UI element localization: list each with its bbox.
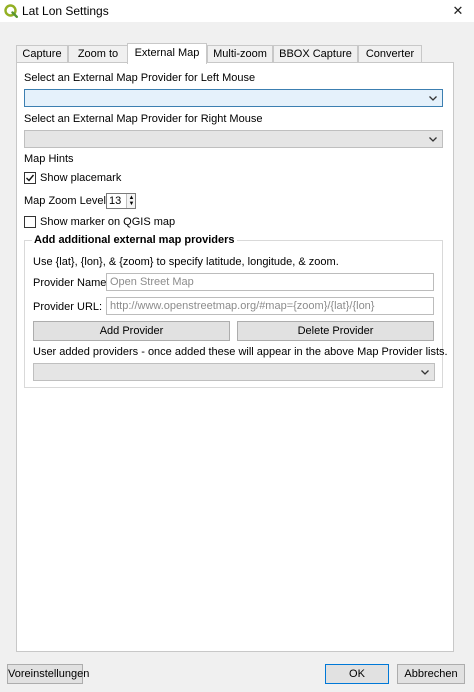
tab-capture[interactable]: Capture <box>16 45 68 63</box>
right-mouse-provider-select[interactable] <box>24 130 443 148</box>
provider-name-label: Provider Name: <box>33 277 110 289</box>
tab-converter[interactable]: Converter <box>358 45 422 63</box>
user-added-providers-label: User added providers - once added these … <box>33 346 448 358</box>
right-mouse-provider-label: Select an External Map Provider for Righ… <box>24 113 263 125</box>
left-mouse-provider-label: Select an External Map Provider for Left… <box>24 72 256 84</box>
map-zoom-level-value: 13 <box>109 195 122 207</box>
chevron-down-icon <box>421 370 429 375</box>
show-marker-label: Show marker on QGIS map <box>40 216 176 228</box>
show-marker-checkbox[interactable] <box>24 216 36 228</box>
tab-zoom-to[interactable]: Zoom to <box>68 45 128 63</box>
window-title: Lat Lon Settings <box>22 4 109 18</box>
add-provider-button[interactable]: Add Provider <box>33 321 230 341</box>
provider-url-label: Provider URL: <box>33 301 103 313</box>
show-placemark-label: Show placemark <box>40 172 122 184</box>
tab-bar: Capture Zoom to External Map Multi-zoom … <box>16 43 446 64</box>
left-mouse-provider-select[interactable] <box>24 89 443 107</box>
chevron-down-icon <box>429 137 437 142</box>
map-zoom-level-spinbox[interactable]: 13 ▲ ▼ <box>106 193 136 209</box>
title-bar: Lat Lon Settings ✕ <box>0 0 474 22</box>
tab-multi-zoom[interactable]: Multi-zoom <box>207 45 273 63</box>
provider-url-input[interactable] <box>106 297 434 315</box>
map-zoom-level-label: Map Zoom Level: <box>24 195 109 207</box>
tab-external-map[interactable]: External Map <box>127 43 207 64</box>
tab-bbox-capture[interactable]: BBOX Capture <box>273 45 358 63</box>
providers-group-title: Add additional external map providers <box>32 234 237 246</box>
qgis-logo-icon <box>4 4 18 18</box>
cancel-button[interactable]: Abbrechen <box>397 664 465 684</box>
spin-down-icon[interactable]: ▼ <box>128 201 135 207</box>
user-added-providers-select[interactable] <box>33 363 435 381</box>
ok-button[interactable]: OK <box>325 664 389 684</box>
placeholder-hint-text: Use {lat}, {lon}, & {zoom} to specify la… <box>33 256 339 268</box>
delete-provider-button[interactable]: Delete Provider <box>237 321 434 341</box>
provider-name-input[interactable] <box>106 273 434 291</box>
map-hints-label: Map Hints <box>24 153 74 165</box>
chevron-down-icon <box>429 96 437 101</box>
close-icon[interactable]: ✕ <box>448 2 468 20</box>
spin-buttons: ▲ ▼ <box>126 194 135 208</box>
show-placemark-checkbox[interactable] <box>24 172 36 184</box>
checkmark-icon <box>26 174 35 182</box>
restore-defaults-button[interactable]: Voreinstellungen <box>7 664 89 684</box>
